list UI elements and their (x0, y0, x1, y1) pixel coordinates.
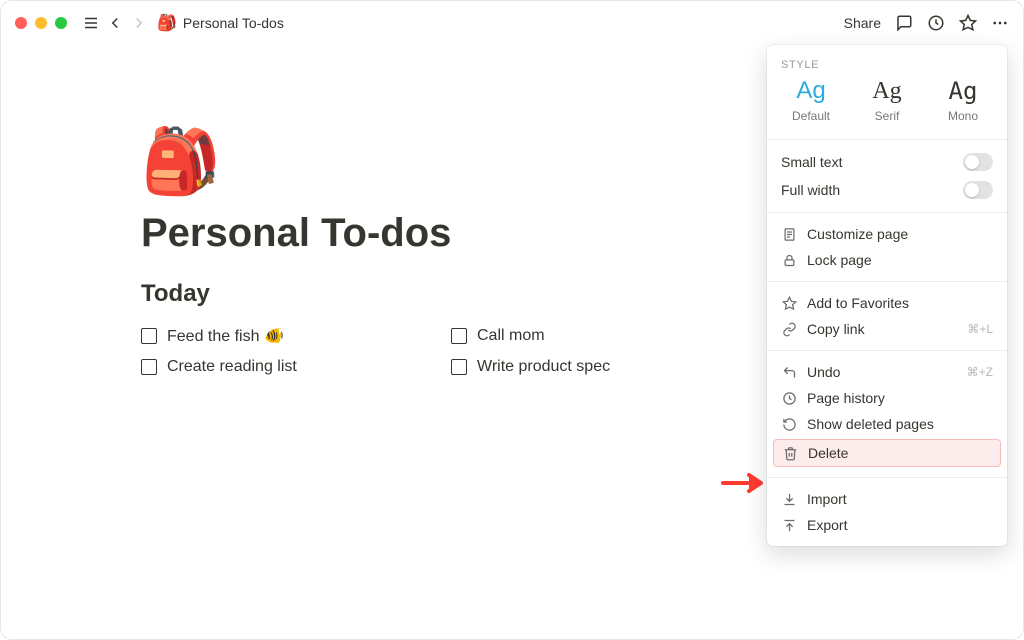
add-to-favorites-item[interactable]: Add to Favorites (767, 290, 1007, 316)
page-icon (781, 226, 797, 242)
checkbox[interactable] (141, 359, 157, 375)
todo-label: Feed the fish 🐠 (167, 326, 284, 346)
maximize-window-button[interactable] (55, 17, 67, 29)
todo-item[interactable]: Call mom (451, 326, 721, 346)
style-header: STYLE (767, 53, 1007, 79)
more-menu-button[interactable] (991, 14, 1009, 32)
show-deleted-item[interactable]: Show deleted pages (767, 411, 1007, 437)
page-history-item[interactable]: Page history (767, 385, 1007, 411)
favorite-icon[interactable] (959, 14, 977, 32)
window-controls (15, 17, 67, 29)
delete-item[interactable]: Delete (773, 439, 1001, 467)
shortcut: ⌘+L (967, 322, 993, 336)
page-title[interactable]: Personal To-dos (141, 211, 721, 256)
todo-label: Create reading list (167, 358, 297, 376)
full-width-toggle[interactable]: Full width (767, 176, 1007, 204)
todo-item[interactable]: Feed the fish 🐠 (141, 326, 411, 346)
trash-icon (782, 445, 798, 461)
todo-label: Write product spec (477, 358, 610, 376)
export-icon (781, 517, 797, 533)
topbar-actions: Share (844, 14, 1009, 32)
todo-list: Feed the fish 🐠 Call mom Create reading … (141, 326, 721, 376)
small-text-toggle[interactable]: Small text (767, 148, 1007, 176)
close-window-button[interactable] (15, 17, 27, 29)
comments-icon[interactable] (895, 14, 913, 32)
font-option-serif[interactable]: Ag Serif (852, 79, 922, 123)
checkbox[interactable] (141, 328, 157, 344)
font-option-default[interactable]: Ag Default (776, 79, 846, 123)
todo-item[interactable]: Create reading list (141, 358, 411, 376)
lock-page-item[interactable]: Lock page (767, 247, 1007, 273)
share-button[interactable]: Share (844, 15, 881, 31)
export-item[interactable]: Export (767, 512, 1007, 538)
copy-link-item[interactable]: Copy link ⌘+L (767, 316, 1007, 342)
undo-item[interactable]: Undo ⌘+Z (767, 359, 1007, 385)
import-item[interactable]: Import (767, 486, 1007, 512)
font-option-mono[interactable]: Ag Mono (928, 79, 998, 123)
import-icon (781, 491, 797, 507)
page-content: 🎒 Personal To-dos Today Feed the fish 🐠 … (1, 45, 721, 376)
topbar: 🎒 Personal To-dos Share (1, 1, 1023, 45)
minimize-window-button[interactable] (35, 17, 47, 29)
font-sample: Ag (928, 79, 998, 103)
annotation-arrow (721, 471, 765, 495)
updates-icon[interactable] (927, 14, 945, 32)
page-options-menu: STYLE Ag Default Ag Serif Ag Mono Small … (767, 45, 1007, 546)
forward-button[interactable] (127, 11, 151, 35)
page-icon[interactable]: 🎒 (141, 129, 721, 193)
lock-icon (781, 252, 797, 268)
font-sample: Ag (776, 79, 846, 103)
toggle[interactable] (963, 153, 993, 171)
star-icon (781, 295, 797, 311)
checkbox[interactable] (451, 359, 467, 375)
back-button[interactable] (103, 11, 127, 35)
font-sample: Ag (852, 79, 922, 103)
breadcrumb[interactable]: 🎒 Personal To-dos (157, 13, 284, 33)
breadcrumb-icon: 🎒 (157, 13, 177, 33)
checkbox[interactable] (451, 328, 467, 344)
breadcrumb-title: Personal To-dos (183, 15, 284, 31)
restore-icon (781, 416, 797, 432)
section-heading[interactable]: Today (141, 280, 721, 308)
shortcut: ⌘+Z (967, 365, 993, 379)
todo-label: Call mom (477, 327, 545, 345)
customize-page-item[interactable]: Customize page (767, 221, 1007, 247)
font-name: Serif (852, 109, 922, 123)
font-name: Mono (928, 109, 998, 123)
sidebar-toggle-button[interactable] (79, 11, 103, 35)
todo-item[interactable]: Write product spec (451, 358, 721, 376)
toggle[interactable] (963, 181, 993, 199)
undo-icon (781, 364, 797, 380)
font-name: Default (776, 109, 846, 123)
history-icon (781, 390, 797, 406)
link-icon (781, 321, 797, 337)
